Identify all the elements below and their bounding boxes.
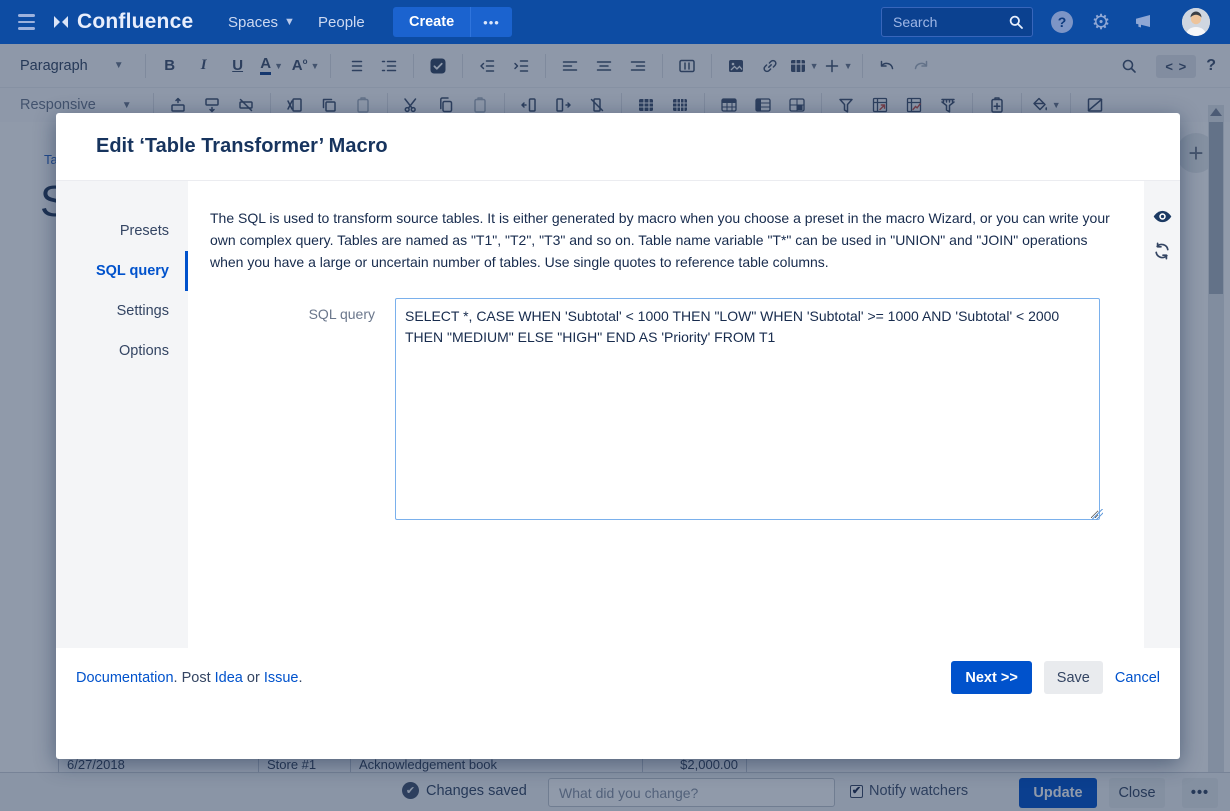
sql-query-textarea[interactable]: SELECT *, CASE WHEN 'Subtotal' < 1000 TH… — [395, 298, 1100, 520]
documentation-link[interactable]: Documentation — [76, 670, 174, 686]
nav-people[interactable]: People — [318, 0, 365, 44]
create-more-button[interactable]: ••• — [470, 7, 512, 37]
tab-options[interactable]: Options — [56, 331, 188, 371]
announcement-megaphone-icon[interactable] — [1133, 11, 1155, 33]
dialog-side-toolbar — [1144, 181, 1180, 648]
tab-presets[interactable]: Presets — [56, 211, 188, 251]
issue-link[interactable]: Issue — [264, 670, 299, 686]
settings-gear-icon[interactable]: ⚙ — [1090, 11, 1112, 33]
search-input[interactable] — [893, 14, 1008, 30]
confluence-logo[interactable]: Confluence — [52, 0, 193, 44]
footer-links: Documentation. Post Idea or Issue. — [76, 670, 303, 686]
top-navbar: Confluence Spaces▼ People Create ••• ? ⚙ — [0, 0, 1230, 44]
sql-description-text: The SQL is used to transform source tabl… — [210, 207, 1120, 273]
create-button[interactable]: Create — [393, 7, 470, 37]
next-button[interactable]: Next >> — [951, 661, 1031, 694]
sql-query-label: SQL query — [210, 298, 375, 520]
dialog-tab-list: Presets SQL query Settings Options — [56, 181, 188, 648]
refresh-icon[interactable] — [1151, 240, 1173, 262]
search-icon[interactable] — [1008, 14, 1024, 30]
help-icon[interactable]: ? — [1051, 11, 1073, 33]
logo-text: Confluence — [77, 10, 193, 34]
dialog-title: Edit ‘Table Transformer’ Macro — [96, 135, 1140, 158]
confluence-app: Confluence Spaces▼ People Create ••• ? ⚙… — [0, 0, 1230, 811]
user-avatar[interactable] — [1182, 8, 1210, 36]
preview-eye-icon[interactable] — [1151, 205, 1173, 227]
tab-sql-query[interactable]: SQL query — [56, 251, 188, 291]
chevron-down-icon: ▼ — [284, 16, 295, 28]
cancel-button[interactable]: Cancel — [1115, 670, 1160, 686]
search-box[interactable] — [881, 7, 1033, 37]
dialog-footer: Documentation. Post Idea or Issue. Next … — [56, 648, 1180, 759]
tab-settings[interactable]: Settings — [56, 291, 188, 331]
save-button[interactable]: Save — [1044, 661, 1103, 694]
nav-spaces[interactable]: Spaces▼ — [228, 0, 295, 44]
idea-link[interactable]: Idea — [215, 670, 243, 686]
hamburger-menu-icon[interactable] — [18, 0, 35, 44]
dialog-header: Edit ‘Table Transformer’ Macro — [56, 113, 1180, 181]
macro-edit-dialog: Edit ‘Table Transformer’ Macro Presets S… — [56, 113, 1180, 759]
confluence-logo-icon — [52, 13, 70, 31]
